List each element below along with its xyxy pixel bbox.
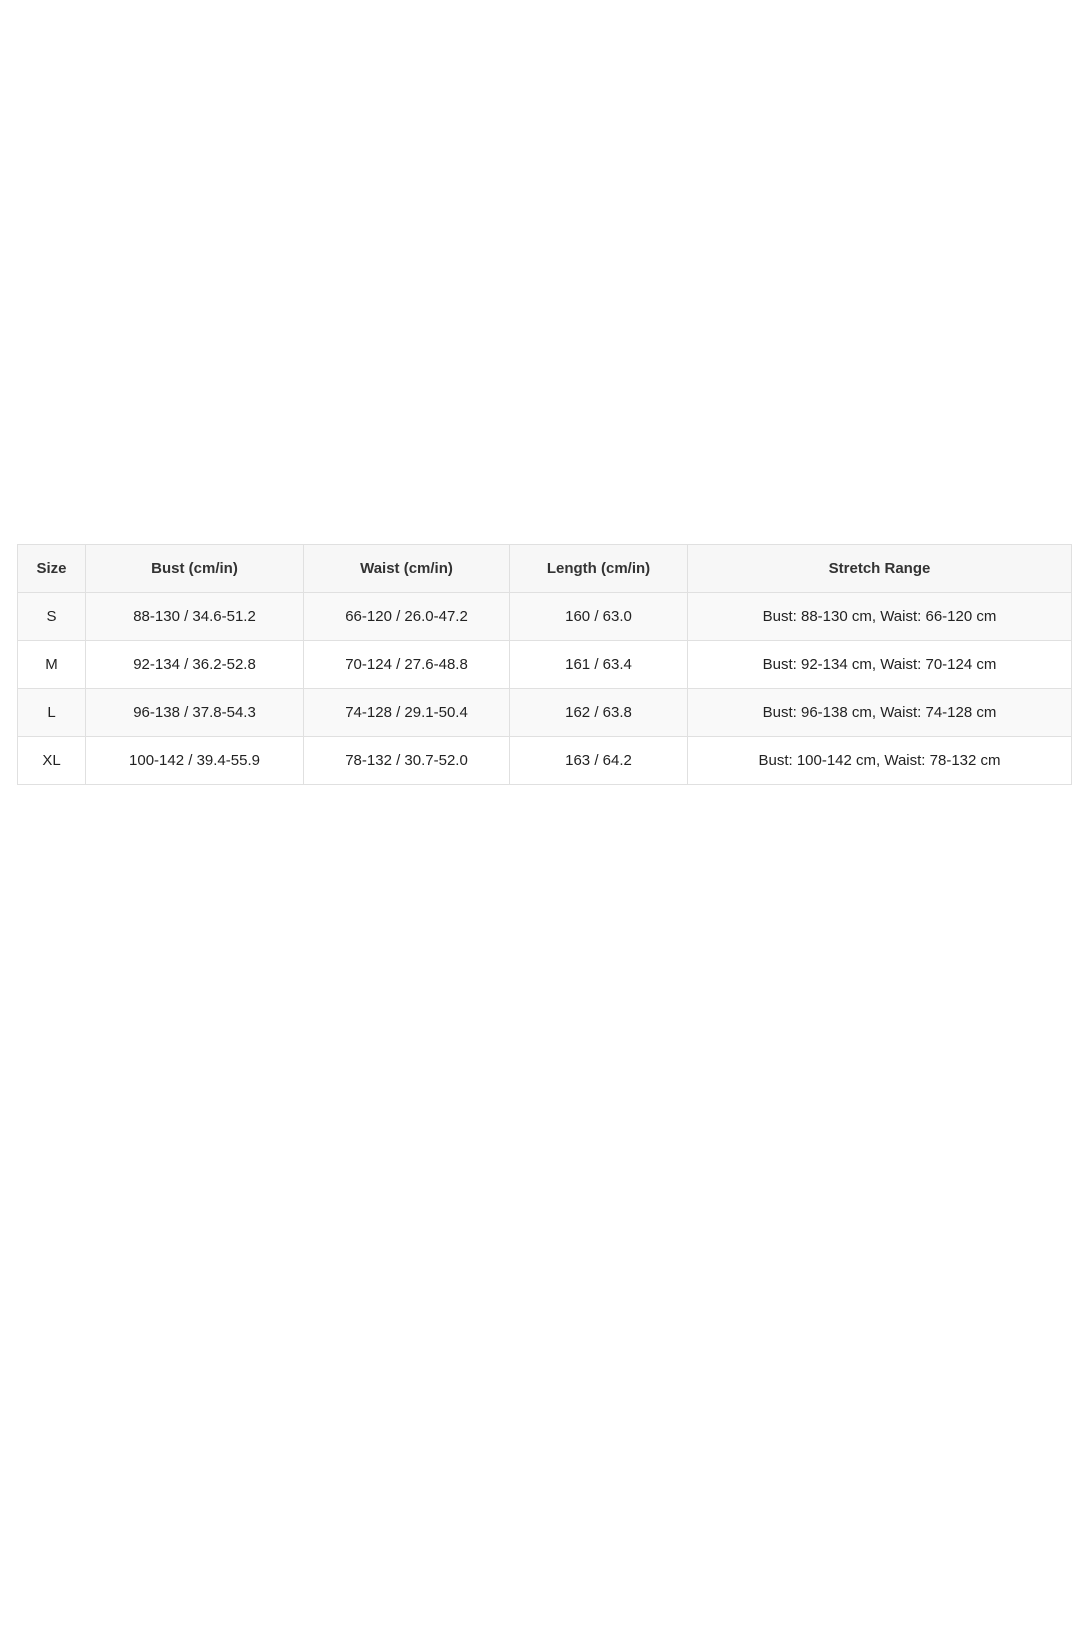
cell-stretch-range: Bust: 92-134 cm, Waist: 70-124 cm bbox=[687, 640, 1072, 689]
cell-bust: 100-142 / 39.4-55.9 bbox=[85, 736, 304, 785]
cell-size: S bbox=[17, 592, 86, 641]
cell-size: XL bbox=[17, 736, 86, 785]
table-row: L 96-138 / 37.8-54.3 74-128 / 29.1-50.4 … bbox=[17, 688, 1072, 737]
cell-waist: 70-124 / 27.6-48.8 bbox=[303, 640, 510, 689]
table-row: XL 100-142 / 39.4-55.9 78-132 / 30.7-52.… bbox=[17, 736, 1072, 785]
cell-bust: 88-130 / 34.6-51.2 bbox=[85, 592, 304, 641]
cell-stretch-range: Bust: 88-130 cm, Waist: 66-120 cm bbox=[687, 592, 1072, 641]
table-row: M 92-134 / 36.2-52.8 70-124 / 27.6-48.8 … bbox=[17, 640, 1072, 689]
cell-length: 161 / 63.4 bbox=[509, 640, 688, 689]
cell-size: L bbox=[17, 688, 86, 737]
cell-length: 163 / 64.2 bbox=[509, 736, 688, 785]
header-waist: Waist (cm/in) bbox=[303, 544, 510, 593]
cell-length: 160 / 63.0 bbox=[509, 592, 688, 641]
cell-stretch-range: Bust: 100-142 cm, Waist: 78-132 cm bbox=[687, 736, 1072, 785]
cell-waist: 66-120 / 26.0-47.2 bbox=[303, 592, 510, 641]
cell-waist: 78-132 / 30.7-52.0 bbox=[303, 736, 510, 785]
header-length: Length (cm/in) bbox=[509, 544, 688, 593]
cell-length: 162 / 63.8 bbox=[509, 688, 688, 737]
cell-bust: 96-138 / 37.8-54.3 bbox=[85, 688, 304, 737]
header-size: Size bbox=[17, 544, 86, 593]
table-body: S 88-130 / 34.6-51.2 66-120 / 26.0-47.2 … bbox=[17, 592, 1072, 785]
table-header: Size Bust (cm/in) Waist (cm/in) Length (… bbox=[17, 544, 1072, 593]
header-stretch-range: Stretch Range bbox=[687, 544, 1072, 593]
cell-size: M bbox=[17, 640, 86, 689]
size-chart-table: Size Bust (cm/in) Waist (cm/in) Length (… bbox=[17, 544, 1072, 785]
table-row: S 88-130 / 34.6-51.2 66-120 / 26.0-47.2 … bbox=[17, 592, 1072, 641]
cell-waist: 74-128 / 29.1-50.4 bbox=[303, 688, 510, 737]
cell-stretch-range: Bust: 96-138 cm, Waist: 74-128 cm bbox=[687, 688, 1072, 737]
header-row: Size Bust (cm/in) Waist (cm/in) Length (… bbox=[17, 544, 1072, 593]
cell-bust: 92-134 / 36.2-52.8 bbox=[85, 640, 304, 689]
header-bust: Bust (cm/in) bbox=[85, 544, 304, 593]
